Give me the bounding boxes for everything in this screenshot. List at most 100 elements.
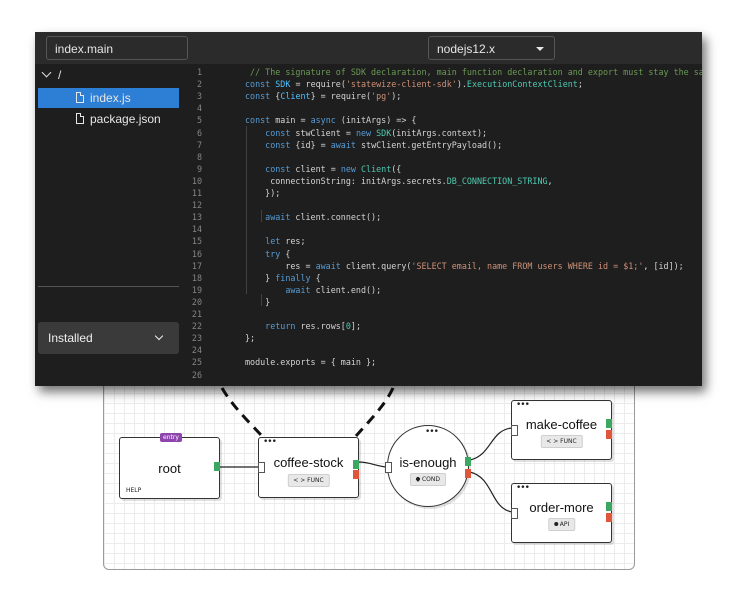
code-token: (initArgs.context); [391, 127, 488, 138]
code-token: Client [360, 163, 392, 174]
code-line[interactable]: 21 [180, 308, 702, 320]
editor-link-right [354, 387, 395, 437]
error-port[interactable] [606, 513, 612, 522]
code-line[interactable]: 22 return res.rows[0]; [180, 320, 702, 332]
code-line[interactable]: 6 const stwClient = new SDK(initArgs.con… [180, 127, 702, 139]
code-token: ExecutionContextClient [466, 79, 578, 90]
editor-link-left [220, 387, 264, 438]
node-root[interactable]: entry root HELP [119, 433, 220, 499]
file-item-package-json[interactable]: package.json [38, 109, 179, 129]
code-token: Client [280, 91, 311, 102]
line-number: 15 [191, 236, 202, 247]
code-line[interactable]: 14 [180, 223, 702, 235]
line-number: 21 [191, 309, 202, 319]
code-line[interactable]: 26 [180, 369, 702, 381]
line-number: 1 [196, 67, 202, 77]
success-port[interactable] [465, 457, 471, 466]
node-title: coffee-stock [273, 455, 344, 470]
success-port[interactable] [606, 419, 612, 428]
code-area[interactable]: 1 // The signature of SDK declaration, m… [180, 64, 702, 386]
success-port[interactable] [606, 502, 612, 511]
code-token: 'statewize-client-sdk' [345, 79, 457, 90]
input-port[interactable] [511, 508, 518, 519]
code-text: const {id} = await stwClient.getEntryPay… [245, 139, 502, 151]
node-menu-icon[interactable]: ••• [425, 428, 439, 437]
file-item-index-js[interactable]: index.js [38, 88, 179, 108]
code-token: DB_CONNECTION_STRING [446, 175, 548, 186]
edge-is-enough-order-more [469, 471, 513, 513]
code-token: stwClient.getEntryPayload(); [360, 139, 503, 150]
folder-label: / [58, 68, 62, 82]
input-port[interactable] [511, 425, 518, 436]
code-token: const [245, 115, 276, 126]
code-token: async [310, 115, 341, 126]
code-line[interactable]: 11 }); [180, 187, 702, 199]
success-port[interactable] [353, 460, 359, 469]
line-number: 12 [191, 200, 202, 211]
code-line[interactable]: 15 let res; [180, 235, 702, 247]
code-token: await [245, 212, 296, 223]
code-line[interactable]: 3 const {Client} = require('pg'); [180, 90, 702, 102]
code-line[interactable]: 19 await client.end(); [180, 284, 702, 296]
code-token: return [245, 321, 301, 332]
error-port[interactable] [606, 430, 612, 439]
code-text: await client.connect(); [245, 211, 381, 223]
code-token: await [315, 260, 346, 271]
runtime-select[interactable]: nodejs12.x [428, 36, 555, 60]
code-editor-panel: index.main nodejs12.x / index.js package… [35, 32, 702, 386]
code-text: // The signature of SDK declaration, mai… [245, 66, 702, 78]
node-coffee-stock[interactable]: ••• coffee-stock < > FUNC [258, 437, 359, 498]
help-label[interactable]: HELP [126, 487, 141, 494]
code-line[interactable]: 1 // The signature of SDK declaration, m… [180, 66, 702, 78]
code-line[interactable]: 4 [180, 102, 702, 114]
code-token: } = require( [310, 91, 372, 102]
code-line[interactable]: 12 [180, 199, 702, 211]
error-port[interactable] [353, 470, 359, 479]
line-number: 6 [196, 127, 202, 138]
code-line[interactable]: 17 res = await client.query('SELECT emai… [180, 260, 702, 272]
node-menu-icon[interactable]: ••• [516, 484, 530, 493]
code-line[interactable]: 20 } [180, 296, 702, 308]
code-line[interactable]: 8 [180, 151, 702, 163]
error-port[interactable] [465, 469, 471, 478]
code-line[interactable]: 5 const main = async (initArgs) => { [180, 114, 702, 126]
code-text: module.exports = { main }; [245, 356, 376, 368]
node-is-enough[interactable]: ••• is-enough COND [385, 425, 471, 507]
code-token: // The signature of SDK declaration, mai… [245, 67, 702, 77]
input-port[interactable] [258, 462, 265, 473]
code-text: }; [245, 332, 255, 344]
success-port[interactable] [214, 462, 220, 471]
code-line[interactable]: 24 [180, 344, 702, 356]
node-make-coffee[interactable]: ••• make-coffee < > FUNC [511, 400, 612, 460]
file-icon [76, 92, 84, 103]
line-number: 23 [191, 333, 202, 344]
code-line[interactable]: 16 try { [180, 248, 702, 260]
tree-root-folder[interactable]: / [41, 67, 62, 82]
node-menu-icon[interactable]: ••• [263, 438, 277, 447]
code-text: res = await client.query('SELECT email, … [245, 260, 683, 272]
code-line[interactable]: 18 } finally { [180, 272, 702, 284]
code-token: client.query( [345, 260, 412, 271]
code-token: } [245, 296, 271, 307]
file-name: index.js [90, 91, 131, 105]
line-number: 22 [191, 321, 202, 332]
code-token: new [355, 127, 377, 138]
code-token: module.exports = { main }; [245, 357, 377, 368]
code-token: res = [245, 260, 316, 271]
code-line[interactable]: 10 connectionString: initArgs.secrets.DB… [180, 175, 702, 187]
code-line[interactable]: 23}; [180, 332, 702, 344]
code-token: ({ [391, 163, 402, 174]
code-line[interactable]: 7 const {id} = await stwClient.getEntryP… [180, 139, 702, 151]
code-token: ); [391, 91, 402, 102]
code-line[interactable]: 9 const client = new Client({ [180, 163, 702, 175]
code-line[interactable]: 25 module.exports = { main }; [180, 356, 702, 368]
code-line[interactable]: 13 await client.connect(); [180, 211, 702, 223]
node-order-more[interactable]: ••• order-more API [511, 483, 612, 543]
function-name-input[interactable]: index.main [46, 36, 188, 60]
code-line[interactable]: 2 const SDK = require('statewize-client-s… [180, 78, 702, 90]
code-token: await [330, 139, 361, 150]
node-menu-icon[interactable]: ••• [516, 401, 530, 410]
code-token: let [245, 236, 286, 247]
input-port[interactable] [385, 462, 392, 473]
installed-dropdown[interactable]: Installed [38, 322, 179, 354]
